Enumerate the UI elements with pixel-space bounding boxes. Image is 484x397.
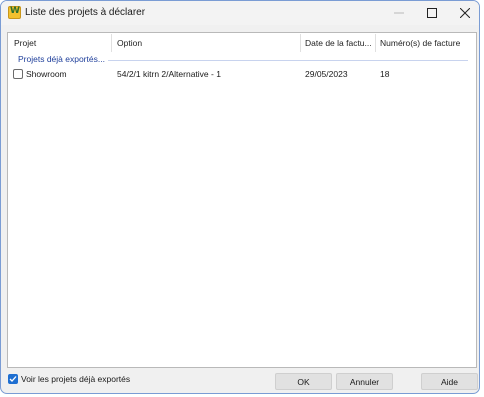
checkmark-icon xyxy=(9,376,17,382)
column-header-projet[interactable]: Projet xyxy=(14,38,109,48)
cell-option: 54/2/1 kitrn 2/Alternative - 1 xyxy=(117,69,221,79)
column-separator[interactable] xyxy=(375,34,376,52)
minimize-icon xyxy=(394,12,404,14)
group-header-exported[interactable]: Projets déjà exportés... xyxy=(18,54,105,64)
project-list[interactable]: Projet Option Date de la factu... Numéro… xyxy=(7,32,477,368)
app-icon xyxy=(8,6,21,19)
show-exported-checkbox[interactable] xyxy=(8,374,18,384)
column-header-date[interactable]: Date de la factu... xyxy=(305,38,373,48)
column-separator[interactable] xyxy=(300,34,301,52)
column-separator[interactable] xyxy=(111,34,112,52)
column-header-numero[interactable]: Numéro(s) de facture xyxy=(380,38,476,48)
title-bar[interactable]: Liste des projets à déclarer xyxy=(1,1,479,25)
help-button[interactable]: Aide xyxy=(421,373,478,390)
minimize-button[interactable] xyxy=(381,1,417,25)
column-header-option[interactable]: Option xyxy=(117,38,297,48)
cell-numero: 18 xyxy=(380,69,390,79)
maximize-icon xyxy=(427,8,437,18)
close-icon xyxy=(460,8,470,18)
ok-button[interactable]: OK xyxy=(275,373,332,390)
cell-projet: Showroom xyxy=(26,69,67,79)
group-divider xyxy=(108,60,468,61)
show-exported-label[interactable]: Voir les projets déjà exportés xyxy=(21,374,130,384)
table-row[interactable]: Showroom 54/2/1 kitrn 2/Alternative - 1 … xyxy=(8,67,476,81)
maximize-button[interactable] xyxy=(414,1,450,25)
list-header: Projet Option Date de la factu... Numéro… xyxy=(8,33,476,53)
window-title: Liste des projets à déclarer xyxy=(25,7,146,18)
row-checkbox[interactable] xyxy=(13,69,23,79)
dialog-window: Liste des projets à déclarer Projet Opti… xyxy=(0,0,480,394)
cancel-button[interactable]: Annuler xyxy=(336,373,393,390)
close-button[interactable] xyxy=(447,1,479,25)
cell-date: 29/05/2023 xyxy=(305,69,348,79)
